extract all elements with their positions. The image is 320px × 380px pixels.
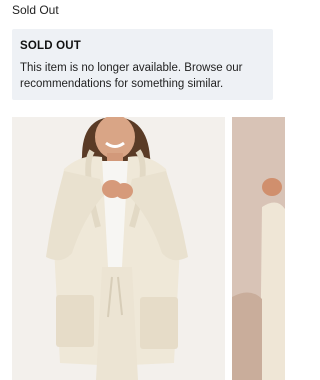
banner-message: This item is no longer available. Browse… bbox=[20, 62, 243, 90]
carousel-slide-next[interactable] bbox=[232, 117, 285, 380]
product-photo-model-cardigan bbox=[12, 117, 225, 380]
product-photo-next-partial bbox=[232, 117, 285, 380]
sold-out-status: Sold Out bbox=[12, 3, 59, 17]
sold-out-banner: SOLD OUT This item is no longer availabl… bbox=[12, 29, 273, 100]
product-image-carousel[interactable] bbox=[12, 117, 285, 380]
banner-title: SOLD OUT bbox=[20, 40, 82, 52]
carousel-slide-main[interactable] bbox=[12, 117, 225, 380]
